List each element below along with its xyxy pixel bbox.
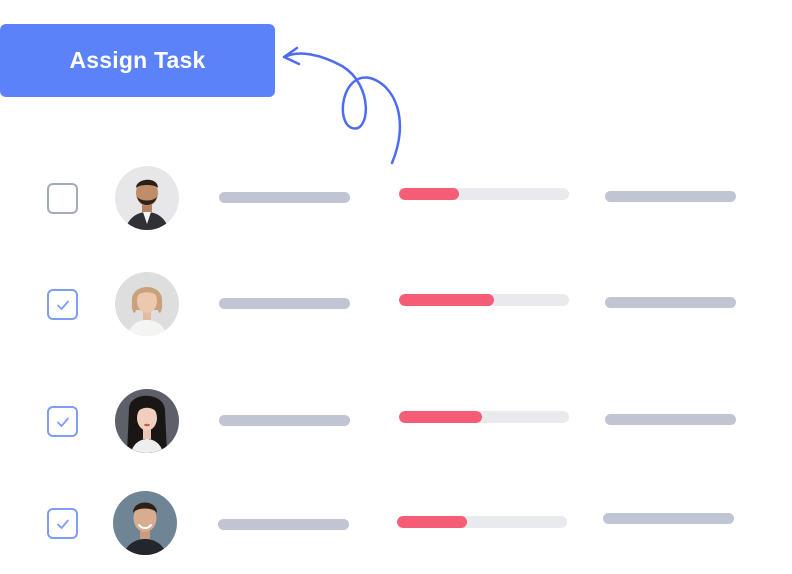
name-placeholder-bar	[219, 415, 350, 426]
row-checkbox[interactable]	[47, 406, 78, 437]
checkmark-icon	[56, 519, 69, 529]
task-progress-fill	[397, 516, 467, 528]
task-row	[0, 389, 792, 459]
task-row	[0, 272, 792, 342]
name-placeholder-bar	[218, 519, 349, 530]
task-progress-fill	[399, 411, 483, 423]
name-placeholder-bar	[219, 192, 350, 203]
avatar-man-smiling	[113, 491, 177, 555]
row-checkbox[interactable]	[47, 508, 78, 539]
assign-task-button[interactable]: Assign Task	[0, 24, 275, 97]
curly-arrow-icon	[282, 46, 402, 165]
detail-placeholder-bar	[603, 513, 734, 524]
task-progress-bar	[399, 411, 569, 423]
task-progress-bar	[399, 294, 569, 306]
task-progress-bar	[399, 188, 569, 200]
avatar-woman-dark-hair	[115, 389, 179, 453]
row-checkbox[interactable]	[47, 183, 78, 214]
detail-placeholder-bar	[605, 414, 736, 425]
task-progress-fill	[399, 188, 459, 200]
task-progress-fill	[399, 294, 495, 306]
task-row	[0, 491, 792, 561]
avatar-woman-blonde	[115, 272, 179, 336]
checkmark-icon	[56, 300, 69, 310]
detail-placeholder-bar	[605, 191, 736, 202]
avatar-man-beard-suit	[115, 166, 179, 230]
task-row	[0, 166, 792, 236]
task-progress-bar	[397, 516, 567, 528]
checkmark-icon	[56, 417, 69, 427]
row-checkbox[interactable]	[47, 289, 78, 320]
detail-placeholder-bar	[605, 297, 736, 308]
name-placeholder-bar	[219, 298, 350, 309]
